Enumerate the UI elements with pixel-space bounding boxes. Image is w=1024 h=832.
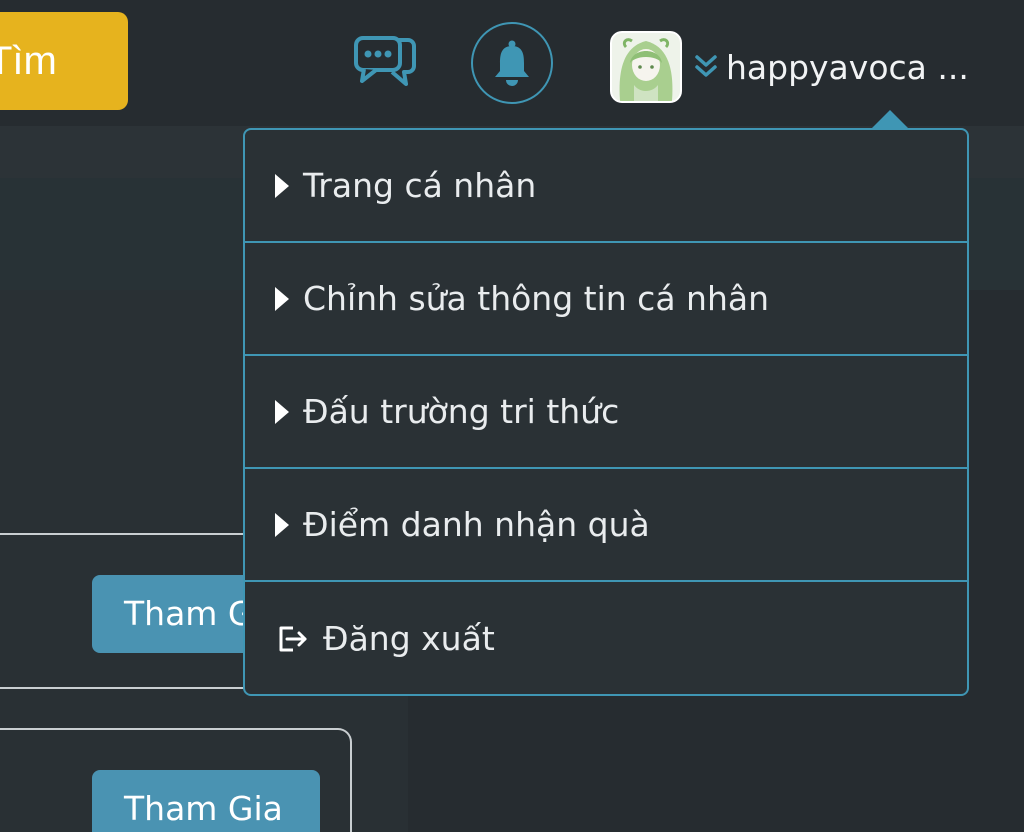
logout-icon [279,626,307,651]
notifications-button[interactable] [471,22,553,104]
caret-right-icon [275,399,289,424]
menu-item-label: Điểm danh nhận quà [303,505,650,544]
menu-item-label: Đấu trường tri thức [303,392,620,431]
caret-right-icon [275,286,289,311]
double-chevron-down-icon [695,55,717,77]
username: happyavoca ... [726,47,969,87]
chat-bubbles-icon[interactable] [350,32,420,92]
join-button[interactable]: Tham Gia [92,770,320,832]
page: Tìm happyavoca ... Tham Gia Tham Gia Tra… [0,0,1024,832]
menu-item-label: Trang cá nhân [303,166,537,205]
menu-item-edit-profile[interactable]: Chỉnh sửa thông tin cá nhân [245,243,967,356]
menu-item-profile[interactable]: Trang cá nhân [245,130,967,243]
menu-item-knowledge-arena[interactable]: Đấu trường tri thức [245,356,967,469]
user-menu-toggle[interactable]: happyavoca ... [610,30,990,104]
caret-right-icon [275,512,289,537]
avatar [610,31,682,103]
menu-item-logout[interactable]: Đăng xuất [245,582,967,695]
menu-item-label: Đăng xuất [323,619,495,658]
user-dropdown-menu: Trang cá nhân Chỉnh sửa thông tin cá nhâ… [243,128,969,696]
menu-item-label: Chỉnh sửa thông tin cá nhân [303,279,769,318]
caret-right-icon [275,173,289,198]
menu-item-daily-checkin[interactable]: Điểm danh nhận quà [245,469,967,582]
bell-icon [495,40,529,86]
dropdown-pointer [872,110,908,128]
search-button[interactable]: Tìm [0,12,128,110]
